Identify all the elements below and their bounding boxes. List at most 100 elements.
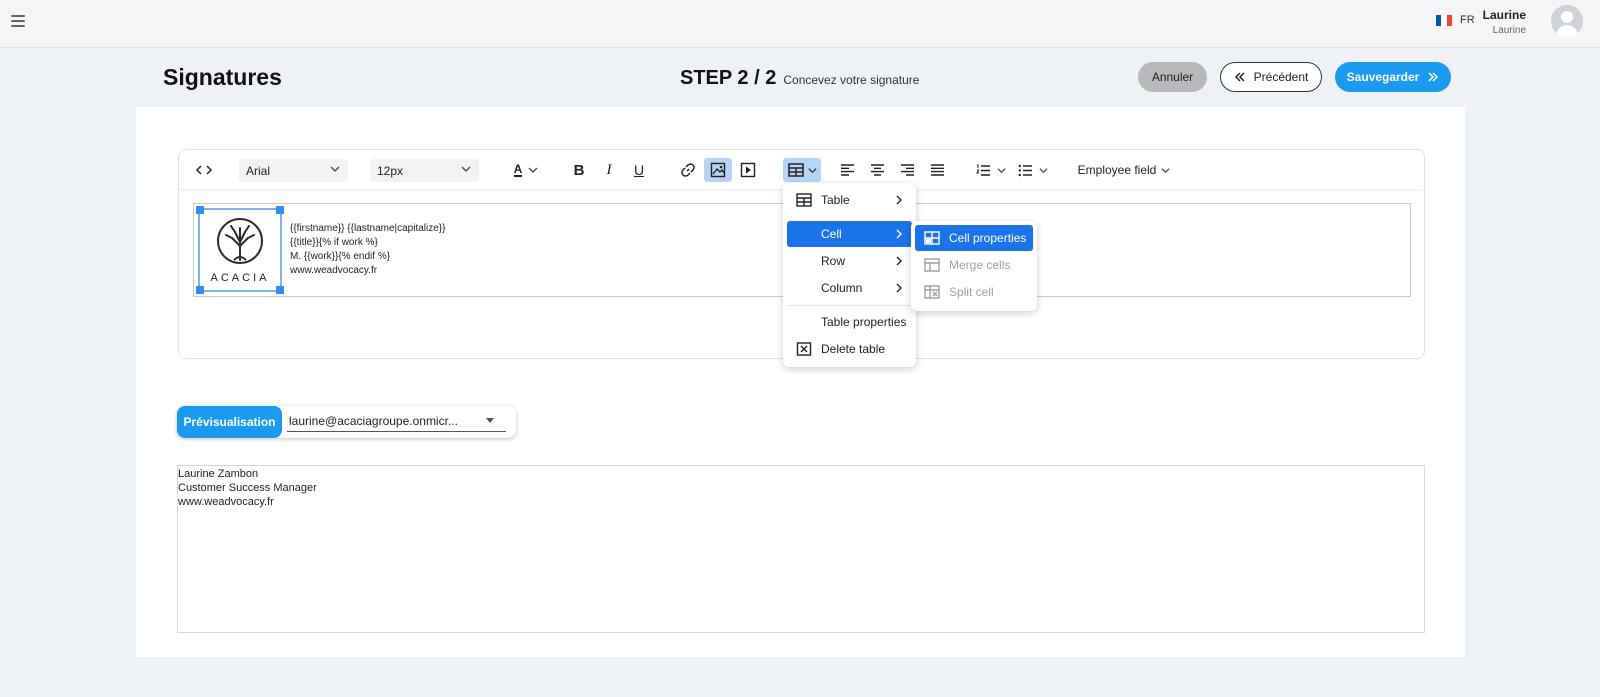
preview-button[interactable]: Prévisualisation — [177, 406, 282, 438]
cell-properties-icon — [924, 231, 940, 245]
signature-template-text[interactable]: {{firstname}} {{lastname|capitalize}} {{… — [290, 222, 445, 278]
bullet-list-button[interactable] — [1013, 158, 1053, 182]
user-info[interactable]: Laurine Laurine — [1483, 8, 1526, 36]
resize-handle[interactable] — [276, 286, 284, 294]
menu-item-column[interactable]: Column — [787, 275, 912, 301]
language-selector[interactable]: FR — [1436, 14, 1475, 26]
menu-item-row[interactable]: Row — [787, 248, 912, 274]
chevron-right-icon — [896, 229, 902, 239]
font-family-select[interactable]: Arial — [239, 159, 348, 182]
menu-item-table-properties[interactable]: Table properties — [787, 309, 912, 335]
underline-button[interactable]: U — [627, 158, 651, 182]
link-icon[interactable] — [676, 158, 700, 182]
align-right-icon[interactable] — [895, 158, 919, 182]
menu-item-label: Table properties — [821, 315, 907, 329]
menu-item-split-cell: Split cell — [915, 279, 1033, 305]
cancel-button[interactable]: Annuler — [1138, 62, 1207, 92]
menu-item-delete-table[interactable]: Delete table — [787, 336, 912, 362]
logo-image[interactable]: ACACIA — [196, 206, 284, 294]
page-title: Signatures — [163, 64, 282, 90]
double-chevron-right-icon — [1428, 72, 1439, 82]
merge-cells-icon — [924, 258, 940, 272]
font-color-button[interactable]: A — [506, 158, 546, 182]
font-size-value: 12px — [377, 163, 404, 178]
menu-item-label: Cell — [821, 227, 842, 241]
menu-item-label: Cell properties — [949, 231, 1027, 245]
caret-down-icon — [486, 418, 494, 423]
align-left-icon[interactable] — [835, 158, 859, 182]
preview-user-value: laurine@acaciagroupe.onmicr... — [289, 413, 458, 428]
template-line: M. {{work}}{% endif %} — [290, 251, 391, 262]
step-indicator: STEP 2 / 2 Concevez votre signature — [680, 67, 919, 90]
menu-item-label: Column — [821, 281, 863, 295]
align-justify-icon[interactable] — [925, 158, 949, 182]
france-flag-icon — [1436, 14, 1452, 26]
preview-output: Laurine Zambon Customer Success Manager … — [177, 465, 1425, 633]
table-icon — [796, 193, 812, 207]
media-icon[interactable] — [736, 158, 760, 182]
employee-field-label: Employee field — [1077, 163, 1157, 177]
user-name: Laurine — [1482, 8, 1526, 22]
chevron-down-icon — [528, 167, 538, 173]
menu-item-cell-properties[interactable]: Cell properties — [915, 225, 1033, 251]
preview-user-select[interactable]: laurine@acaciagroupe.onmicr... — [287, 410, 506, 432]
numbered-list-icon — [976, 164, 990, 176]
chevron-right-icon — [896, 195, 902, 205]
logo-text: ACACIA — [210, 272, 270, 284]
chevron-down-icon — [330, 166, 340, 172]
image-icon[interactable] — [704, 158, 732, 182]
step-subtitle: Concevez votre signature — [783, 73, 920, 87]
chevron-down-icon — [997, 167, 1006, 173]
italic-button[interactable]: I — [597, 158, 621, 182]
menu-item-cell[interactable]: Cell — [787, 221, 912, 247]
menu-item-merge-cells: Merge cells — [915, 252, 1033, 278]
resize-handle[interactable] — [196, 286, 204, 294]
chevron-right-icon — [896, 283, 902, 293]
resize-handle[interactable] — [196, 206, 204, 214]
font-family-value: Arial — [246, 163, 271, 178]
previous-label: Précédent — [1253, 70, 1309, 84]
table-button[interactable] — [783, 158, 821, 182]
menu-item-label: Merge cells — [949, 258, 1011, 272]
employee-field-dropdown[interactable]: Employee field — [1074, 158, 1174, 182]
resize-handle[interactable] — [276, 206, 284, 214]
chevron-down-icon — [807, 167, 817, 173]
cell-submenu: Cell properties Merge cells Split cell — [911, 221, 1037, 311]
menu-item-label: Delete table — [821, 342, 886, 356]
preview-line: Laurine Zambon — [178, 468, 259, 480]
numbered-list-button[interactable] — [971, 158, 1011, 182]
previous-button[interactable]: Précédent — [1220, 62, 1322, 92]
align-center-icon[interactable] — [865, 158, 889, 182]
menu-item-label: Row — [821, 254, 846, 268]
chevron-down-icon — [461, 166, 471, 172]
chevron-down-icon — [1161, 167, 1170, 173]
template-line: {{title}}{% if work %} — [290, 237, 378, 248]
preview-line: www.weadvocacy.fr — [178, 496, 274, 508]
cancel-label: Annuler — [1151, 70, 1194, 84]
menu-separator — [787, 305, 912, 306]
menu-item-table[interactable]: Table — [787, 187, 912, 213]
table-icon — [787, 163, 804, 177]
top-bar: FR Laurine Laurine — [0, 0, 1600, 48]
user-subtitle: Laurine — [1492, 25, 1526, 36]
split-cell-icon — [924, 285, 940, 299]
preview-controls: Prévisualisation laurine@acaciagroupe.on… — [177, 406, 516, 438]
chevron-down-icon — [1039, 167, 1048, 173]
hamburger-menu-icon[interactable] — [11, 15, 25, 27]
source-code-icon[interactable] — [192, 158, 216, 182]
menu-item-label: Split cell — [949, 285, 994, 299]
bullet-list-icon — [1018, 164, 1032, 176]
menu-item-label: Table — [821, 193, 850, 207]
avatar-icon[interactable] — [1551, 5, 1583, 37]
font-size-select[interactable]: 12px — [370, 159, 479, 182]
template-line: www.weadvocacy.fr — [290, 265, 378, 276]
save-button[interactable]: Sauvegarder — [1335, 62, 1451, 92]
save-label: Sauvegarder — [1346, 70, 1420, 84]
bold-button[interactable]: B — [567, 158, 591, 182]
table-menu: Table Cell Row Column Table properties D… — [783, 183, 916, 367]
chevron-right-icon — [896, 256, 902, 266]
step-label: STEP 2 / 2 — [680, 67, 777, 89]
template-line: {{firstname}} {{lastname|capitalize}} — [290, 223, 446, 234]
preview-line: Customer Success Manager — [178, 482, 317, 494]
tree-logo-icon — [217, 218, 263, 264]
